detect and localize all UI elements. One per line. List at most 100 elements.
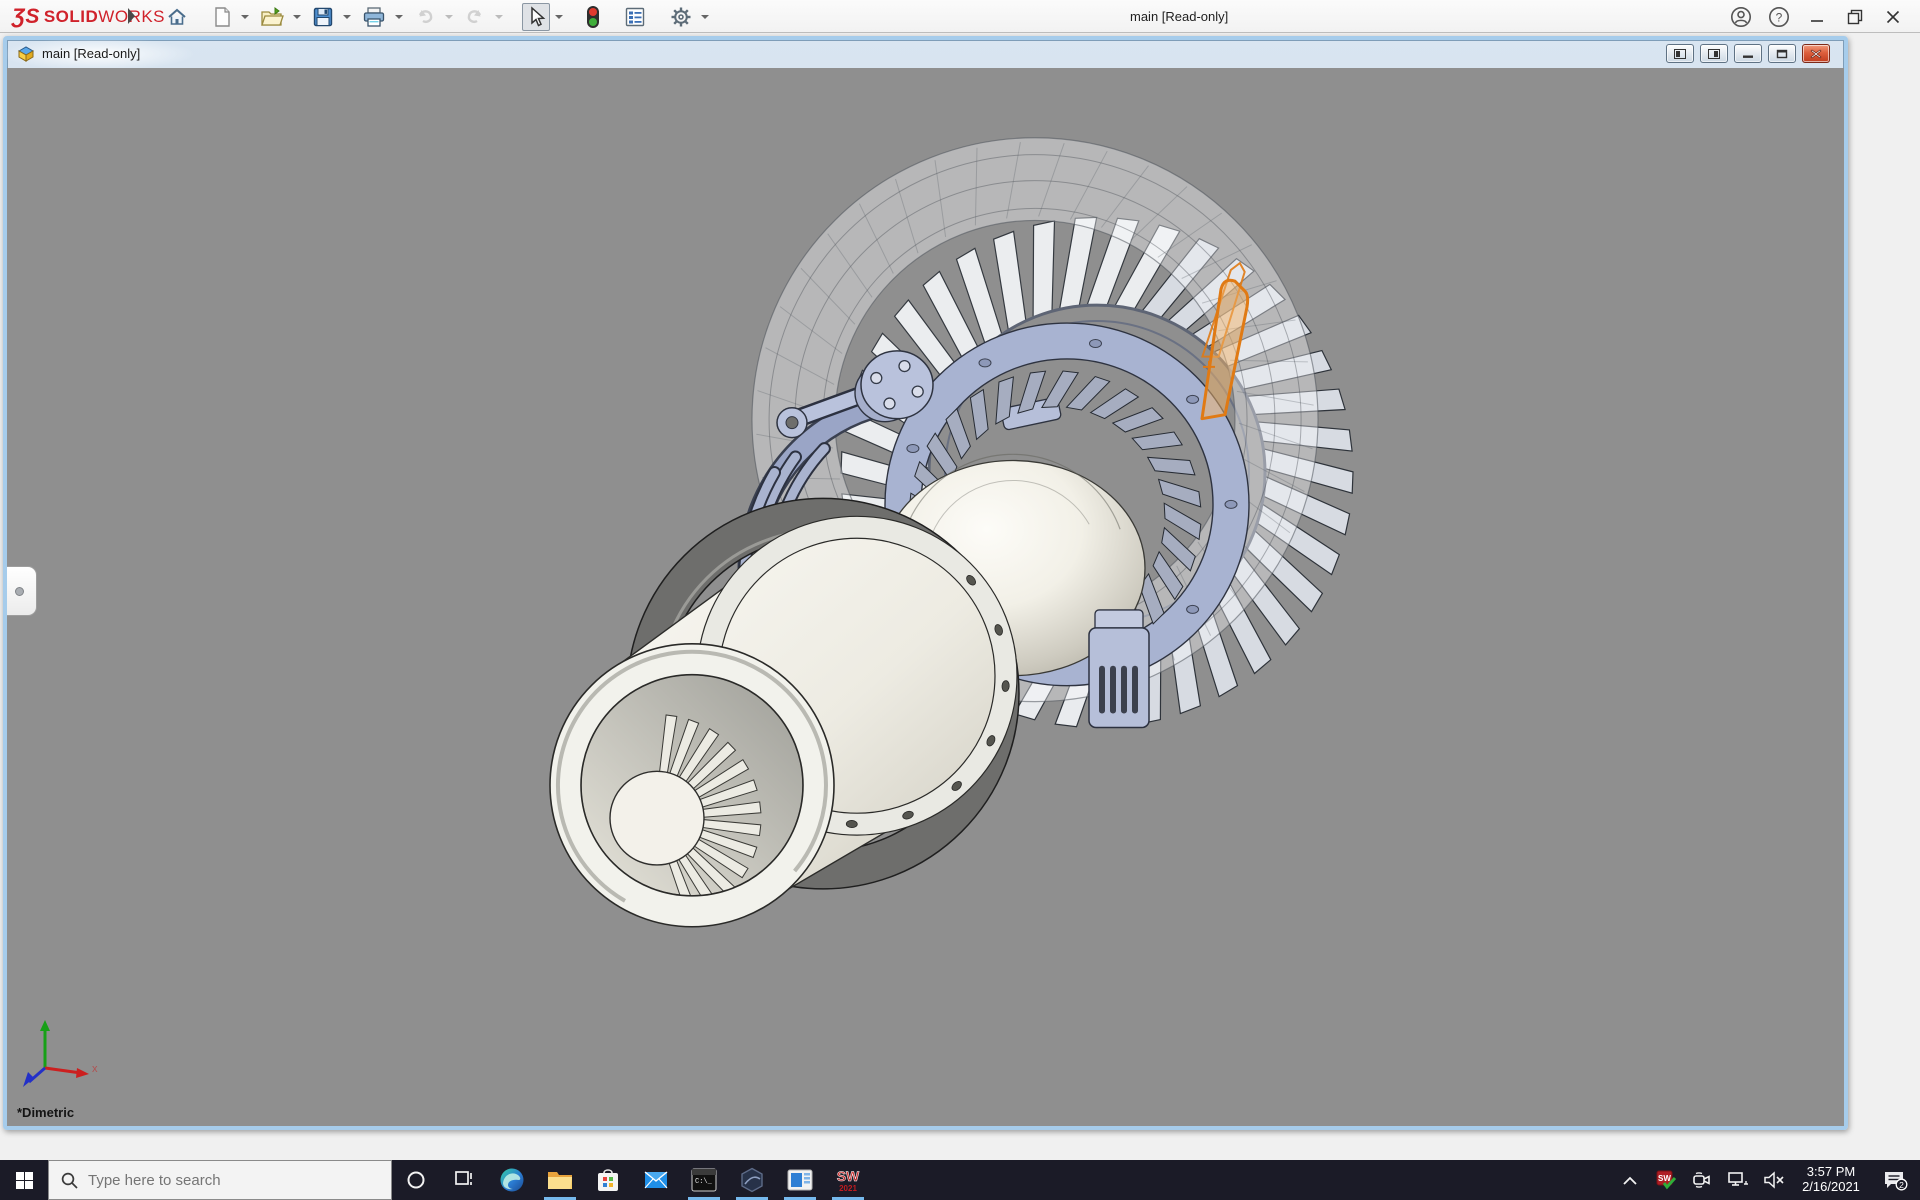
doc-close-button[interactable] xyxy=(1802,44,1830,63)
clock[interactable]: 3:57 PM 2/16/2021 xyxy=(1792,1160,1870,1200)
assembly-document-icon xyxy=(17,45,36,62)
undo-icon xyxy=(414,7,436,27)
app-titlebar: ƷS SOLID WORKS xyxy=(0,0,1920,33)
home-icon xyxy=(166,6,188,28)
print-dropdown[interactable] xyxy=(395,15,403,19)
menu-expand-arrow-icon[interactable] xyxy=(128,8,135,24)
windows-logo-icon xyxy=(16,1172,33,1189)
close-button[interactable] xyxy=(1874,0,1912,33)
document-title: main [Read-only] xyxy=(42,46,140,61)
feature-manager-collapsed-tab[interactable] xyxy=(7,566,37,616)
restore-button[interactable] xyxy=(1836,0,1874,33)
save-dropdown[interactable] xyxy=(343,15,351,19)
open-folder-icon xyxy=(260,6,284,28)
svg-text:?: ? xyxy=(1776,10,1783,24)
print-button[interactable] xyxy=(358,3,390,31)
document-window: main [Read-only] xyxy=(3,36,1848,1130)
doc-minimize-button[interactable] xyxy=(1734,44,1762,63)
windows-taskbar: C:\_ SW2021 SW xyxy=(0,1160,1920,1200)
undo-button[interactable] xyxy=(410,3,440,31)
meet-now-button[interactable] xyxy=(1684,1160,1720,1200)
start-button[interactable] xyxy=(0,1160,48,1200)
document-title-group: main [Read-only] xyxy=(17,45,140,62)
taskbar-app-hexagon-app[interactable] xyxy=(728,1160,776,1200)
orientation-triad: x xyxy=(23,1016,99,1090)
engine-assembly-model[interactable] xyxy=(7,68,1844,1126)
notification-badge: 2 xyxy=(1899,1180,1904,1190)
taskbar-app-edge-browser[interactable] xyxy=(488,1160,536,1200)
notification-center-button[interactable]: 2 xyxy=(1870,1160,1920,1200)
cortana-button[interactable] xyxy=(392,1160,440,1200)
new-document-button[interactable] xyxy=(208,3,236,31)
cortana-icon xyxy=(406,1170,426,1190)
document-caption-buttons xyxy=(1666,44,1830,63)
clock-date: 2/16/2021 xyxy=(1792,1179,1870,1194)
help-icon: ? xyxy=(1768,6,1790,28)
solidworks-logo[interactable]: ƷS SOLID WORKS xyxy=(12,5,165,29)
select-tool-button[interactable] xyxy=(522,3,550,31)
home-button[interactable] xyxy=(162,3,192,31)
triad-x-label: x xyxy=(92,1063,98,1075)
app-title: main [Read-only] xyxy=(1130,9,1228,24)
open-button[interactable] xyxy=(256,3,288,31)
open-dropdown[interactable] xyxy=(293,15,301,19)
task-view-button[interactable] xyxy=(440,1160,488,1200)
new-document-dropdown[interactable] xyxy=(241,15,249,19)
svg-text:SW: SW xyxy=(837,1168,860,1184)
notification-center-icon: 2 xyxy=(1882,1169,1908,1191)
document-titlebar[interactable]: main [Read-only] xyxy=(7,40,1844,68)
meet-now-camera-icon xyxy=(1692,1171,1712,1189)
quick-access-toolbar xyxy=(160,0,714,33)
hidden-icons-button[interactable] xyxy=(1612,1160,1648,1200)
task-view-icon xyxy=(454,1170,474,1190)
panel-tab-handle-icon xyxy=(15,587,24,596)
redo-button[interactable] xyxy=(460,3,490,31)
undo-dropdown[interactable] xyxy=(445,15,453,19)
search-input[interactable] xyxy=(88,1172,368,1189)
graphics-viewport[interactable]: x *Dimetric xyxy=(7,68,1844,1126)
taskbar-app-microsoft-store[interactable] xyxy=(584,1160,632,1200)
network-button[interactable] xyxy=(1720,1160,1756,1200)
doc-minimize-icon xyxy=(1742,49,1754,59)
redo-dropdown[interactable] xyxy=(495,15,503,19)
taskbar-app-solidworks-2021[interactable]: SW2021 xyxy=(824,1160,872,1200)
search-icon xyxy=(61,1172,78,1189)
solidworks-logo-glyph: ƷS xyxy=(12,5,40,29)
minimize-icon xyxy=(1810,10,1824,24)
solidworks-monitor-icon: SW xyxy=(1656,1170,1676,1190)
select-tool-dropdown[interactable] xyxy=(555,15,563,19)
taskbar-app-command-prompt[interactable]: C:\_ xyxy=(680,1160,728,1200)
taskbar-app-system-window-app[interactable] xyxy=(776,1160,824,1200)
solidworks-tray-button[interactable]: SW xyxy=(1648,1160,1684,1200)
svg-text:SW: SW xyxy=(1658,1174,1671,1183)
save-icon xyxy=(312,6,334,28)
doc-close-icon xyxy=(1810,49,1822,59)
print-icon xyxy=(362,6,386,28)
save-button[interactable] xyxy=(308,3,338,31)
tile-left-button[interactable] xyxy=(1666,44,1694,63)
options-button[interactable] xyxy=(666,3,696,31)
taskbar-app-file-explorer[interactable] xyxy=(536,1160,584,1200)
rebuild-button[interactable] xyxy=(582,3,604,31)
volume-muted-icon xyxy=(1763,1171,1785,1189)
account-button[interactable] xyxy=(1722,0,1760,33)
new-document-icon xyxy=(212,6,232,28)
select-cursor-icon xyxy=(526,6,546,28)
doc-restore-button[interactable] xyxy=(1768,44,1796,63)
redo-icon xyxy=(464,7,486,27)
solidworks-logo-solid: SOLID xyxy=(44,7,98,27)
file-properties-button[interactable] xyxy=(620,3,650,31)
tile-right-icon xyxy=(1708,49,1720,59)
account-icon xyxy=(1730,6,1752,28)
taskbar-app-mail[interactable] xyxy=(632,1160,680,1200)
network-ethernet-icon xyxy=(1727,1171,1749,1189)
volume-button[interactable] xyxy=(1756,1160,1792,1200)
help-button[interactable]: ? xyxy=(1760,0,1798,33)
file-properties-icon xyxy=(624,6,646,28)
taskbar-search[interactable] xyxy=(48,1160,392,1200)
mdi-client-area: main [Read-only] xyxy=(0,34,1920,1160)
options-dropdown[interactable] xyxy=(701,15,709,19)
tile-right-button[interactable] xyxy=(1700,44,1728,63)
minimize-button[interactable] xyxy=(1798,0,1836,33)
clock-time: 3:57 PM xyxy=(1792,1164,1870,1179)
